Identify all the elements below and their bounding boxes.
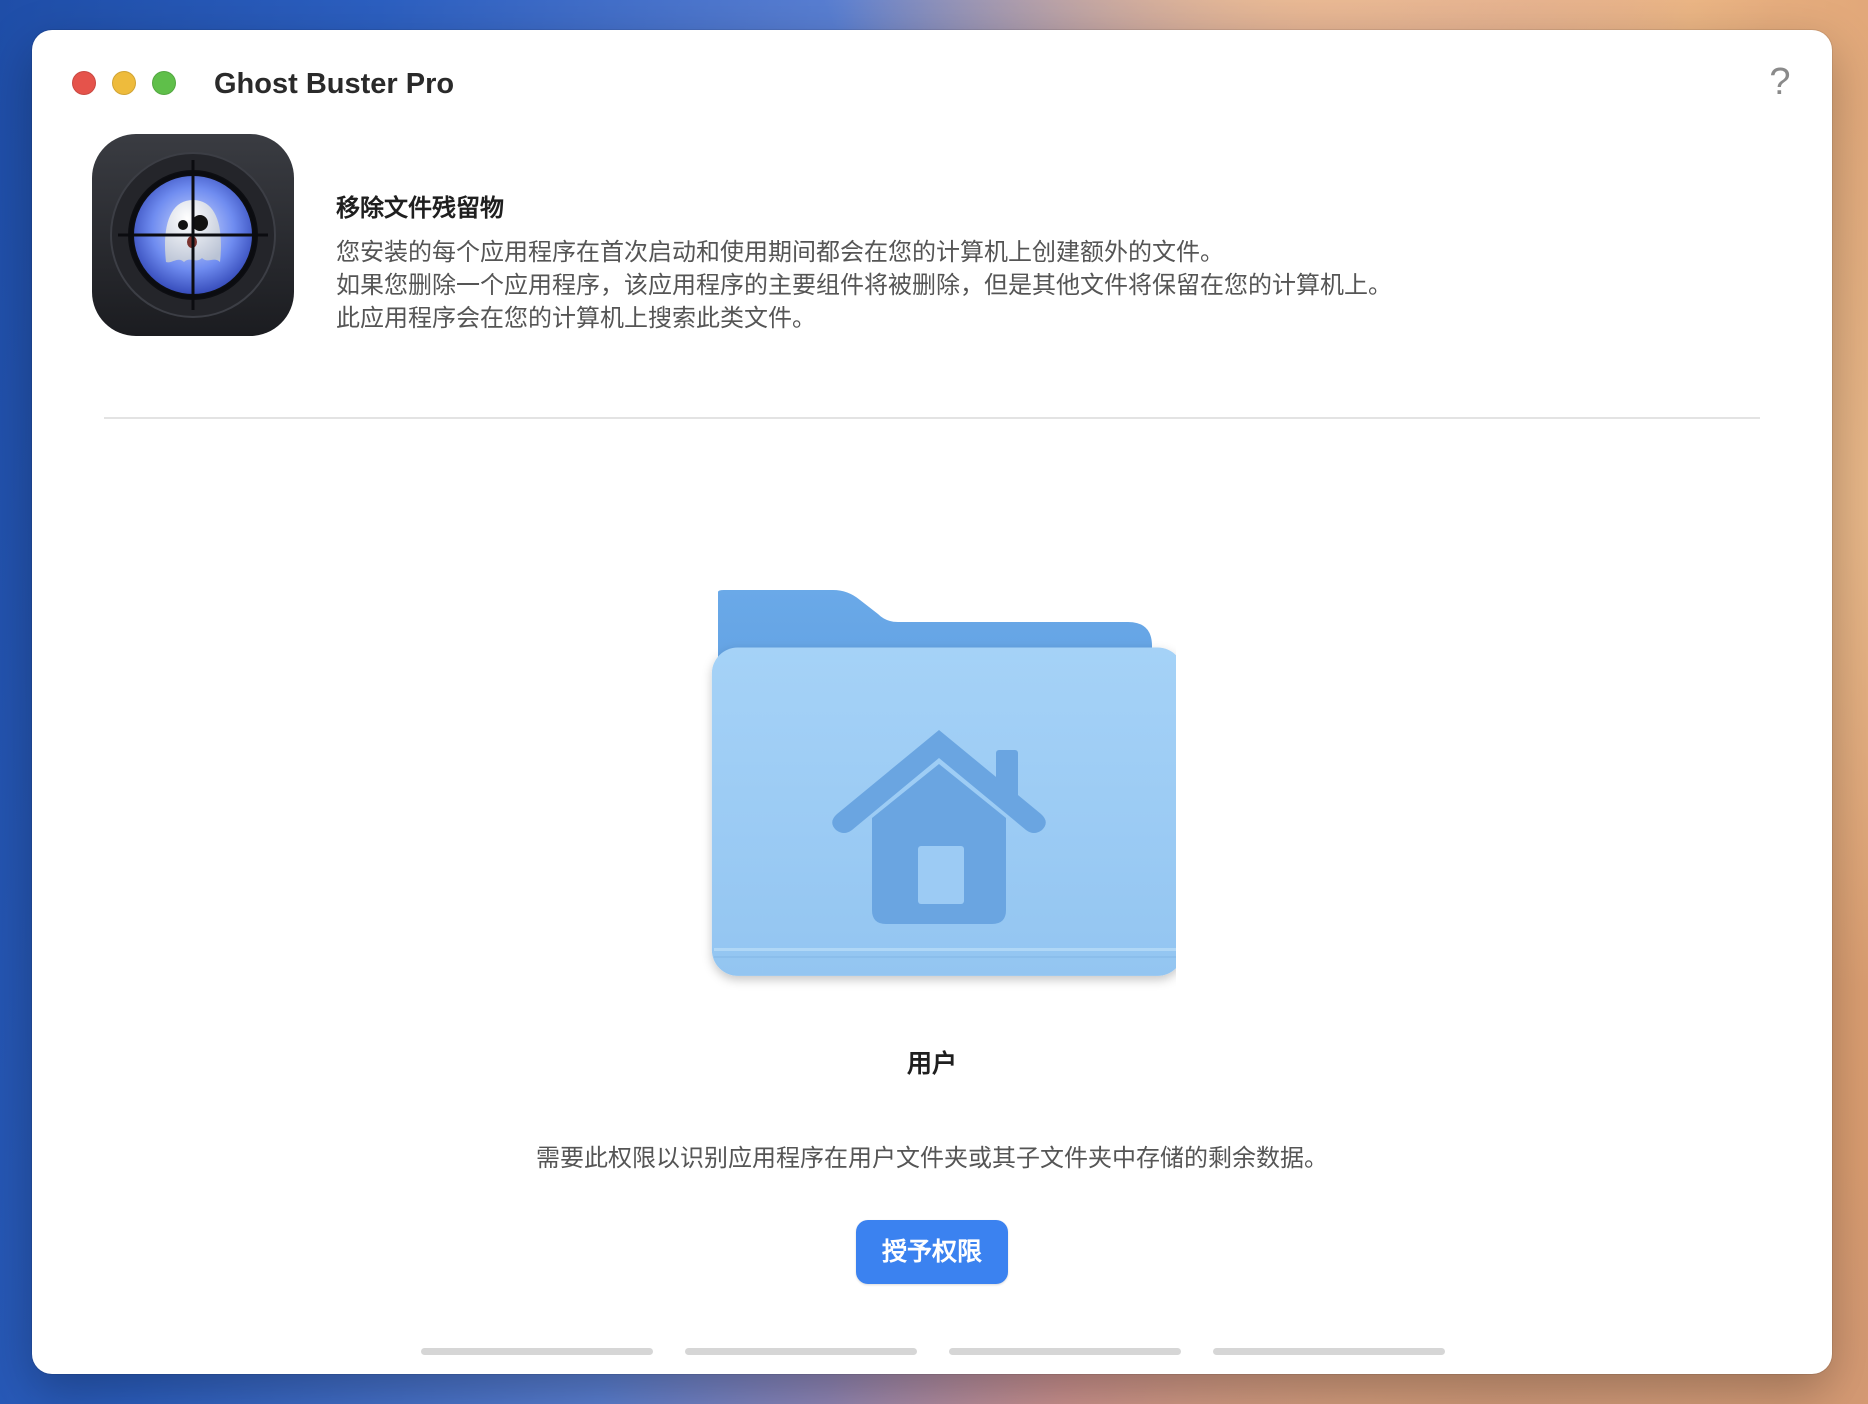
intro-description: 您安装的每个应用程序在首次启动和使用期间都会在您的计算机上创建额外的文件。 如果… [336,236,1392,335]
app-window: Ghost Buster Pro ? 移除文件残留物 您安装的每个应用程序在首次… [32,30,1832,1374]
pager-step [949,1348,1181,1355]
close-window-button[interactable] [72,71,96,95]
ghost-buster-app-icon [92,134,294,336]
help-icon[interactable]: ? [1762,60,1798,104]
pager-step [1213,1348,1445,1355]
pager-step [685,1348,917,1355]
zoom-window-button[interactable] [152,71,176,95]
section-divider [104,417,1760,419]
home-folder-icon [711,590,1176,976]
intro-line: 如果您删除一个应用程序，该应用程序的主要组件将被删除，但是其他文件将保留在您的计… [336,271,1392,299]
grant-permission-button[interactable]: 授予权限 [856,1220,1008,1284]
intro-line: 您安装的每个应用程序在首次启动和使用期间都会在您的计算机上创建额外的文件。 [336,238,1224,266]
folder-label: 用户 [906,1049,957,1078]
intro-heading: 移除文件残留物 [336,194,504,222]
window-title: Ghost Buster Pro [214,68,455,100]
minimize-window-button[interactable] [112,71,136,95]
permission-explanation: 需要此权限以识别应用程序在用户文件夹或其子文件夹中存储的剩余数据。 [536,1144,1328,1172]
intro-line: 此应用程序会在您的计算机上搜索此类文件。 [336,304,816,332]
pager-step [421,1348,653,1355]
